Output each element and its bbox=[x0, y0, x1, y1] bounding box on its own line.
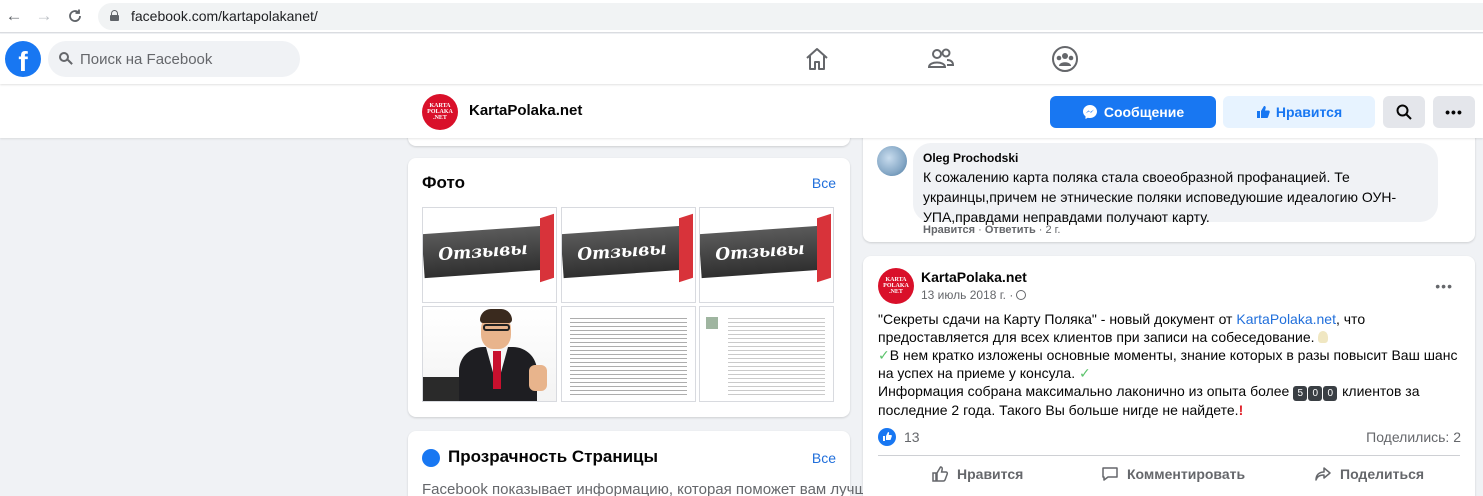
post-comment-label: Комментировать bbox=[1127, 466, 1246, 482]
check-icon: ✓ bbox=[1079, 365, 1091, 381]
avatar-line: .NET bbox=[889, 289, 903, 295]
search-icon bbox=[1396, 104, 1412, 120]
photo-banner: Отзывы bbox=[700, 225, 822, 279]
post-text: "Секреты сдачи на Карту Поляка" - новый … bbox=[878, 310, 1468, 419]
page-search-button[interactable] bbox=[1383, 96, 1425, 128]
photo-thumbnail[interactable]: Отзывы bbox=[699, 207, 834, 303]
keycap-digit: 0 bbox=[1308, 386, 1323, 401]
comment-actions: Нравится · Ответить · 2 г. bbox=[923, 224, 1061, 236]
document-photo bbox=[570, 315, 687, 395]
comment-like-link[interactable]: Нравится bbox=[923, 224, 975, 236]
post-like-button[interactable]: Нравится bbox=[931, 464, 1023, 484]
browser-toolbar: ← → facebook.com/kartapolakanet/ bbox=[0, 0, 1483, 33]
facebook-icon bbox=[422, 449, 440, 467]
post-paragraph: "Секреты сдачи на Карту Поляка" - новый … bbox=[878, 310, 1468, 346]
more-dots-icon: ••• bbox=[1445, 104, 1463, 120]
share-icon bbox=[1315, 467, 1331, 481]
post-text-span: Информация собрана максимально лаконично… bbox=[878, 383, 1294, 399]
post-text-span: "Секреты сдачи на Карту Поляка" - новый … bbox=[878, 311, 1237, 327]
friends-icon[interactable] bbox=[926, 44, 956, 74]
facebook-search[interactable] bbox=[48, 41, 300, 77]
page-avatar[interactable]: KARTA POLAKA .NET bbox=[422, 94, 458, 130]
post-date-text: 13 июль 2018 г. · bbox=[921, 288, 1014, 302]
photo-thumbnail[interactable]: Отзывы bbox=[561, 207, 696, 303]
facebook-logo-icon[interactable]: f bbox=[5, 41, 41, 77]
post-comment-button[interactable]: Комментировать bbox=[1101, 464, 1245, 484]
photo-banner: Отзывы bbox=[423, 225, 545, 279]
post-share-label: Поделиться bbox=[1340, 466, 1425, 482]
message-button[interactable]: Сообщение bbox=[1050, 96, 1216, 128]
comment-icon bbox=[1102, 467, 1118, 481]
transparency-title: Прозрачность Страницы bbox=[448, 447, 659, 466]
comment-age[interactable]: 2 г. bbox=[1046, 224, 1061, 236]
exclamation-icon: ! bbox=[1238, 402, 1244, 418]
transparency-see-all-link[interactable]: Все bbox=[812, 450, 836, 466]
forward-arrow-icon[interactable]: → bbox=[33, 5, 55, 27]
comment-card: Oleg Prochodski К сожалению карта поляка… bbox=[863, 130, 1475, 242]
document-thumb-icon bbox=[706, 317, 718, 329]
post-link[interactable]: KartaPolaka.net bbox=[1236, 311, 1336, 327]
post-author[interactable]: KartaPolaka.net bbox=[921, 269, 1027, 285]
thumbs-up-icon bbox=[1256, 106, 1270, 118]
post-date[interactable]: 13 июль 2018 г. · bbox=[921, 288, 1027, 302]
lock-icon bbox=[110, 10, 119, 21]
reload-icon[interactable] bbox=[64, 5, 86, 27]
post-like-label: Нравится bbox=[957, 466, 1024, 482]
photo-banner: Отзывы bbox=[562, 225, 684, 279]
page-name[interactable]: KartaPolaka.net bbox=[469, 102, 582, 119]
like-reaction-icon[interactable] bbox=[878, 428, 896, 446]
comment-text: К сожалению карта поляка стала своеобраз… bbox=[923, 169, 1397, 225]
post-paragraph: Информация собрана максимально лаконично… bbox=[878, 382, 1468, 419]
comment-author[interactable]: Oleg Prochodski bbox=[923, 151, 1018, 165]
message-button-label: Сообщение bbox=[1103, 104, 1185, 120]
search-input[interactable] bbox=[80, 41, 290, 77]
keycap-digit: 5 bbox=[1293, 386, 1308, 401]
photo-thumbnail[interactable]: Отзывы bbox=[422, 207, 557, 303]
photos-see-all-link[interactable]: Все bbox=[812, 175, 836, 191]
photos-card: Фото Все Отзывы Отзывы Отзывы bbox=[408, 158, 850, 417]
transparency-text: Facebook показывает информацию, которая … bbox=[422, 481, 875, 496]
like-page-label: Нравится bbox=[1275, 104, 1343, 120]
share-count[interactable]: Поделились: 2 bbox=[1366, 429, 1461, 445]
groups-icon[interactable] bbox=[1050, 44, 1080, 74]
globe-icon bbox=[1016, 290, 1027, 300]
lightbulb-icon bbox=[1318, 331, 1329, 343]
avatar-line: .NET bbox=[433, 115, 447, 121]
search-icon bbox=[59, 52, 73, 65]
post-more-dots-icon[interactable]: ••• bbox=[1435, 278, 1453, 294]
document-photo bbox=[728, 315, 825, 395]
facebook-top-nav: f bbox=[0, 34, 1483, 84]
photo-thumbnail[interactable] bbox=[561, 306, 696, 402]
commenter-avatar[interactable] bbox=[877, 146, 907, 176]
url-text[interactable]: facebook.com/kartapolakanet/ bbox=[131, 8, 318, 24]
businessman-photo bbox=[423, 307, 556, 401]
photo-thumbnail[interactable] bbox=[422, 306, 557, 402]
comment-bubble: Oleg Prochodski К сожалению карта поляка… bbox=[913, 143, 1438, 225]
like-page-button[interactable]: Нравится bbox=[1223, 96, 1375, 128]
address-bar[interactable]: facebook.com/kartapolakanet/ bbox=[98, 3, 1483, 30]
keycap-digit: 0 bbox=[1323, 386, 1338, 401]
messenger-icon bbox=[1082, 105, 1097, 119]
post-paragraph: ✓В нем кратко изложены основные моменты,… bbox=[878, 346, 1468, 382]
back-arrow-icon[interactable]: ← bbox=[3, 5, 25, 27]
check-icon: ✓ bbox=[878, 347, 890, 363]
photo-thumbnail[interactable] bbox=[699, 306, 834, 402]
home-icon[interactable] bbox=[802, 44, 832, 74]
thumbs-up-icon bbox=[932, 466, 949, 482]
post-text-span: В нем кратко изложены основные моменты, … bbox=[878, 347, 1458, 381]
post-author-avatar[interactable]: KARTA POLAKA .NET bbox=[878, 268, 914, 304]
transparency-card: Прозрачность Страницы Все Facebook показ… bbox=[408, 431, 875, 496]
post-card: KARTA POLAKA .NET KartaPolaka.net 13 июл… bbox=[863, 256, 1475, 496]
page-more-button[interactable]: ••• bbox=[1433, 96, 1475, 128]
divider bbox=[878, 455, 1460, 456]
photos-title: Фото bbox=[422, 173, 465, 192]
like-count[interactable]: 13 bbox=[904, 429, 920, 445]
comment-reply-link[interactable]: Ответить bbox=[985, 224, 1036, 236]
post-share-button[interactable]: Поделиться bbox=[1314, 464, 1424, 484]
